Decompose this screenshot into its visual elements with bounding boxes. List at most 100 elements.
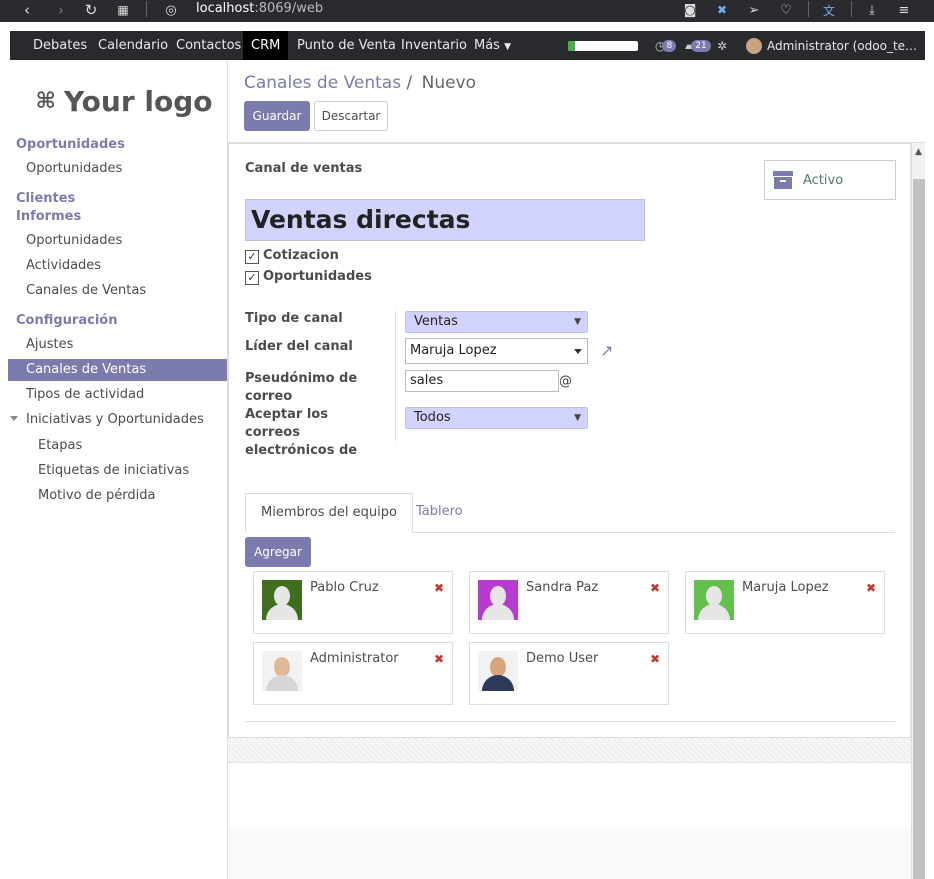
debug-icon[interactable]: ✲: [717, 31, 727, 60]
team-leader-input[interactable]: Maruja Lopez: [405, 338, 588, 364]
nav-mas[interactable]: Más ▼: [474, 31, 511, 60]
member-name: Maruja Lopez: [742, 580, 829, 595]
archive-toggle-button[interactable]: Activo: [764, 160, 896, 200]
chevron-down-icon: ▼: [574, 317, 581, 327]
channel-type-select[interactable]: Ventas ▼: [405, 311, 588, 333]
member-avatar: [478, 651, 518, 691]
breadcrumb-separator: /: [406, 73, 413, 93]
sidebar-item-etapas[interactable]: Etapas: [8, 435, 227, 457]
breadcrumb: Canales de Ventas / Nuevo: [244, 73, 476, 93]
member-avatar: [694, 580, 734, 620]
field-label-pseudonimo: Pseudónimo de correo: [245, 371, 358, 404]
nav-contactos[interactable]: Contactos: [176, 31, 241, 60]
discard-button[interactable]: Descartar: [314, 101, 388, 131]
message-badge: 21: [691, 39, 711, 52]
nav-debates[interactable]: Debates: [33, 31, 87, 60]
sidebar-heading-informes[interactable]: Informes: [16, 209, 81, 224]
back-icon[interactable]: ‹: [18, 0, 36, 20]
sidebar-heading-clientes[interactable]: Clientes: [16, 191, 75, 206]
activity-menu[interactable]: ◷ 8: [655, 31, 677, 60]
address-bar[interactable]: localhost:8069/web: [196, 1, 323, 16]
sidebar-heading-configuracion[interactable]: Configuración: [16, 313, 117, 328]
member-card[interactable]: Demo User ✖: [469, 642, 669, 705]
member-card[interactable]: Sandra Paz ✖: [469, 571, 669, 634]
messaging-menu[interactable]: ▰ 21: [685, 31, 711, 60]
channel-type-value: Ventas: [414, 314, 458, 329]
sidebar-item-canales-de-ventas[interactable]: Canales de Ventas: [8, 359, 227, 381]
nav-crm[interactable]: CRM: [243, 31, 289, 60]
nav-mas-label: Más: [474, 38, 500, 53]
sidebar-item-etiquetas[interactable]: Etiquetas de iniciativas: [8, 460, 227, 482]
external-link-icon[interactable]: ↗: [600, 341, 620, 360]
dropdown-caret-icon: [574, 349, 582, 354]
sidebar-item-actividades[interactable]: Actividades: [8, 255, 227, 277]
member-card[interactable]: Maruja Lopez ✖: [685, 571, 885, 634]
heart-icon[interactable]: ♡: [777, 0, 795, 20]
globe-icon: ◎: [165, 2, 177, 18]
member-card[interactable]: Administrator ✖: [253, 642, 453, 705]
member-card[interactable]: Pablo Cruz ✖: [253, 571, 453, 634]
sheet-shadow: [228, 738, 911, 762]
checkbox-cotizacion[interactable]: ✓: [245, 250, 259, 264]
remove-icon[interactable]: ✖: [650, 652, 660, 666]
remove-icon[interactable]: ✖: [434, 652, 444, 666]
shield-icon[interactable]: ✖: [713, 0, 731, 20]
field-label-tipo-de-canal: Tipo de canal: [245, 311, 343, 326]
translate-icon[interactable]: 文: [820, 0, 838, 20]
breadcrumb-parent-link[interactable]: Canales de Ventas: [244, 73, 401, 93]
checkbox-cotizacion-label: Cotizacion: [263, 248, 339, 263]
nav-punto-de-venta[interactable]: Punto de Venta: [297, 31, 396, 60]
alias-domain-suffix: @: [559, 374, 572, 389]
tabs-grid-icon[interactable]: ▦: [114, 0, 132, 20]
sidebar-item-tipos-de-actividad[interactable]: Tipos de actividad: [8, 384, 227, 406]
chevron-down-icon: ▼: [574, 413, 581, 423]
member-name: Demo User: [526, 651, 599, 666]
add-member-button[interactable]: Agregar: [245, 537, 311, 567]
checkbox-oportunidades-label: Oportunidades: [263, 269, 372, 284]
remove-icon[interactable]: ✖: [650, 581, 660, 595]
field-group-divider: [395, 311, 396, 441]
sidebar-heading-oportunidades[interactable]: Oportunidades: [16, 137, 125, 152]
caret-down-icon: ▼: [504, 42, 512, 52]
team-name-input[interactable]: Ventas directas: [245, 199, 645, 241]
scroll-up-icon[interactable]: ▲: [915, 147, 922, 157]
tab-miembros-del-equipo[interactable]: Miembros del equipo: [245, 493, 413, 533]
onboarding-progress-bar[interactable]: [568, 41, 638, 51]
member-name: Sandra Paz: [526, 580, 599, 595]
scrollbar[interactable]: ▲: [911, 143, 925, 879]
accept-emails-select[interactable]: Todos ▼: [405, 407, 588, 429]
user-name: Administrator (odoo_te…: [767, 38, 918, 53]
nav-inventario[interactable]: Inventario: [401, 31, 467, 60]
scrollbar-thumb[interactable]: [913, 179, 925, 879]
tab-tablero[interactable]: Tablero: [401, 493, 478, 533]
sidebar-item-motivo-de-perdida[interactable]: Motivo de pérdida: [8, 485, 227, 507]
camera-icon[interactable]: ◙: [681, 0, 699, 20]
nav-calendario[interactable]: Calendario: [98, 31, 168, 60]
sidebar-item-report-oportunidades[interactable]: Oportunidades: [8, 230, 227, 252]
control-panel: Canales de Ventas / Nuevo Guardar Descar…: [228, 61, 925, 143]
archive-icon: [773, 171, 793, 189]
caret-down-icon: [10, 416, 18, 421]
field-label-lider: Líder del canal: [245, 339, 353, 354]
progress-fill: [568, 41, 575, 51]
checkbox-oportunidades[interactable]: ✓: [245, 271, 259, 285]
member-name: Administrator: [310, 651, 399, 666]
download-icon[interactable]: ⤓: [863, 0, 881, 20]
url-path: :8069/web: [254, 1, 324, 16]
save-button[interactable]: Guardar: [244, 101, 310, 131]
reload-icon[interactable]: ↻: [82, 0, 100, 20]
menu-icon[interactable]: ≡: [895, 0, 913, 20]
email-alias-input[interactable]: sales: [405, 370, 559, 392]
forward-icon[interactable]: ›: [52, 0, 70, 20]
archive-label: Activo: [803, 172, 844, 188]
user-menu[interactable]: Administrator (odoo_te…: [746, 31, 917, 60]
activity-badge: 8: [662, 39, 677, 52]
sidebar-item-iniciativas[interactable]: Iniciativas y Oportunidades: [8, 409, 227, 431]
sidebar-item-report-canales[interactable]: Canales de Ventas: [8, 280, 227, 302]
sidebar-item-oportunidades[interactable]: Oportunidades: [8, 158, 227, 180]
send-icon[interactable]: ➢: [745, 0, 763, 20]
remove-icon[interactable]: ✖: [434, 581, 444, 595]
sidebar-item-ajustes[interactable]: Ajustes: [8, 334, 227, 356]
member-name: Pablo Cruz: [310, 580, 379, 595]
remove-icon[interactable]: ✖: [866, 581, 876, 595]
